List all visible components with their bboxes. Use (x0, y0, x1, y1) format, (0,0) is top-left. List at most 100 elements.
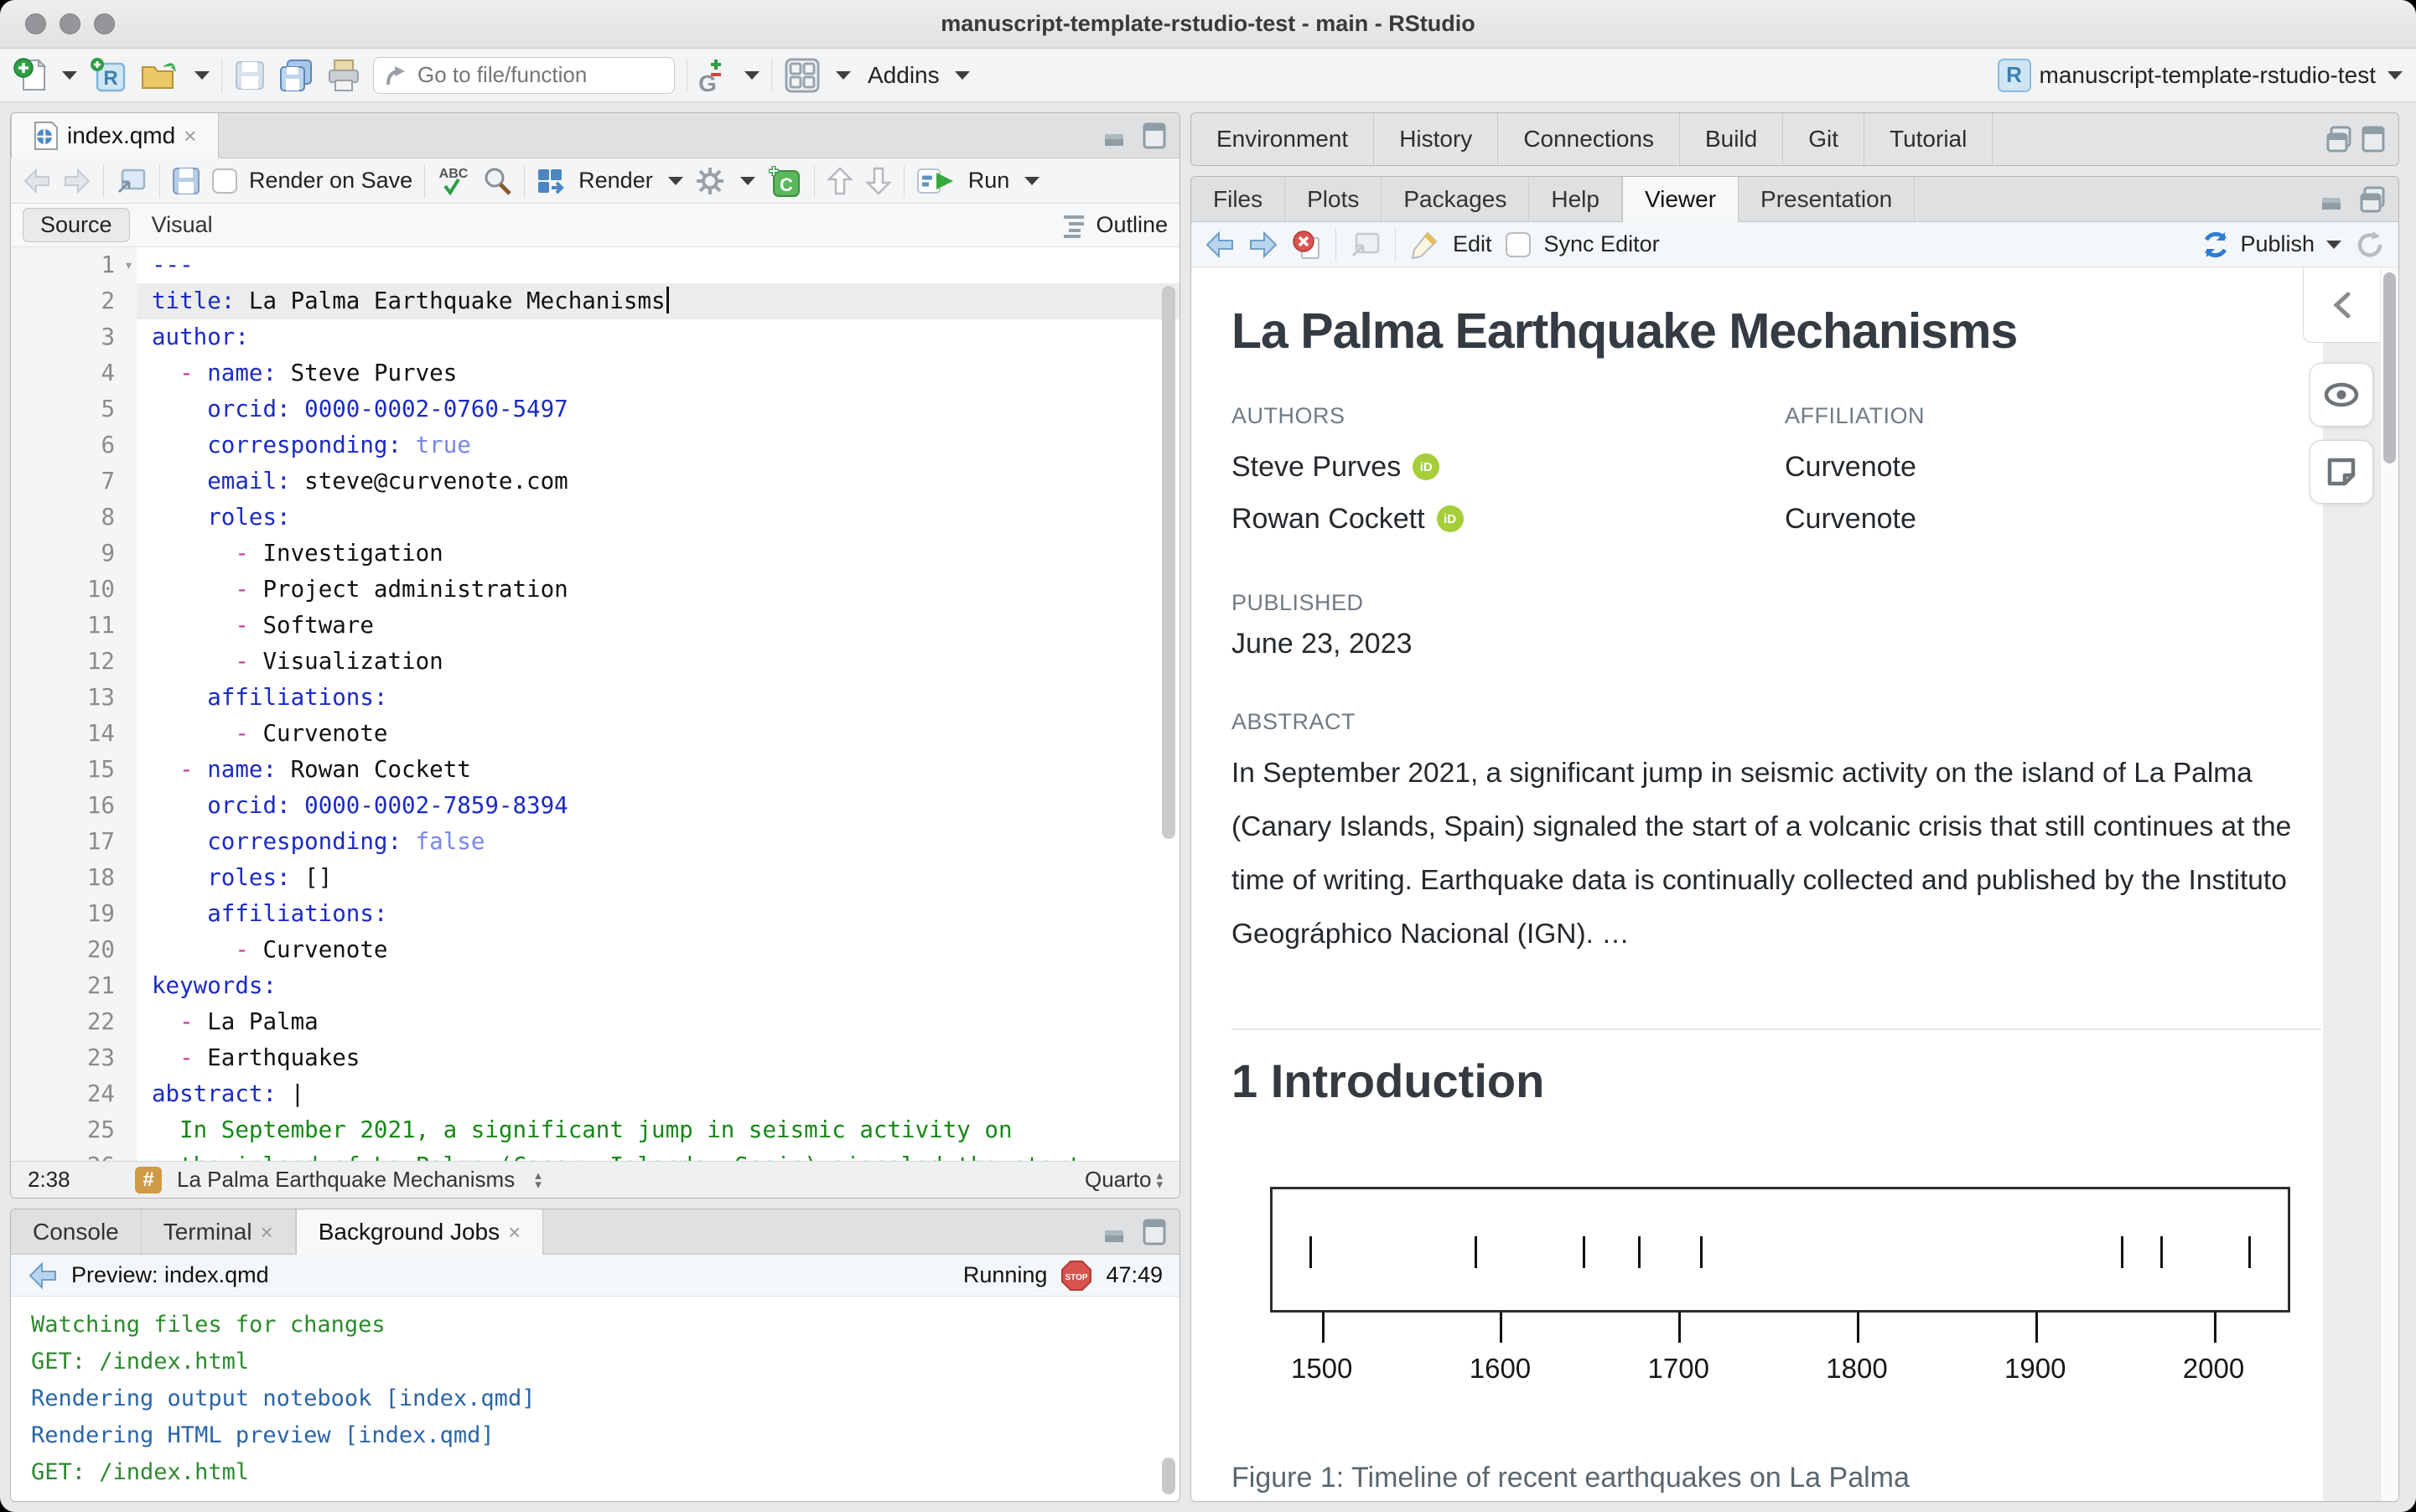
code-line[interactable]: the island of La Palma (Canary Islands, … (137, 1148, 1179, 1161)
tab-connections[interactable]: Connections (1498, 113, 1680, 165)
code-line[interactable]: - Investigation (137, 536, 1179, 572)
code-editor[interactable]: 1▾23456789101112131415161718192021222324… (11, 247, 1179, 1161)
git-caret[interactable] (744, 71, 760, 80)
open-file-caret[interactable] (194, 71, 210, 80)
jobs-back-icon[interactable] (28, 1262, 58, 1289)
restore-pane-icon[interactable] (2326, 126, 2351, 153)
open-in-window-icon[interactable] (1350, 230, 1382, 259)
console-scrollbar[interactable] (1162, 1458, 1175, 1494)
render-on-save-checkbox[interactable] (212, 168, 237, 194)
new-file-icon[interactable] (13, 58, 47, 93)
code-line[interactable]: In September 2021, a significant jump in… (137, 1112, 1179, 1148)
code-line[interactable]: corresponding: false (137, 824, 1179, 860)
orcid-icon[interactable]: iD (1413, 453, 1439, 480)
code-line[interactable]: --- (137, 247, 1179, 283)
git-icon[interactable]: G (699, 56, 729, 95)
settings-caret[interactable] (740, 177, 755, 185)
code-line[interactable]: abstract: | (137, 1076, 1179, 1112)
tab-console[interactable]: Console (11, 1209, 142, 1254)
sync-editor-checkbox[interactable] (1506, 232, 1531, 257)
tab-environment[interactable]: Environment (1191, 113, 1374, 165)
close-tab-icon[interactable]: × (184, 125, 196, 147)
visual-toggle[interactable]: Visual (152, 212, 213, 238)
tab-build[interactable]: Build (1680, 113, 1783, 165)
insert-chunk-icon[interactable]: C (767, 164, 802, 198)
run-caret[interactable] (1024, 177, 1040, 185)
minimize-pane-icon[interactable] (2321, 188, 2350, 211)
code-line[interactable]: keywords: (137, 968, 1179, 1004)
panes-layout-caret[interactable] (836, 71, 851, 80)
spellcheck-icon[interactable]: ABC (437, 164, 470, 198)
tab-git[interactable]: Git (1783, 113, 1864, 165)
new-project-icon[interactable]: R (89, 57, 127, 94)
maximize-pane-icon[interactable] (1143, 122, 1166, 149)
publish-button[interactable]: Publish (2200, 229, 2341, 261)
forward-icon[interactable] (63, 168, 91, 194)
render-caret[interactable] (668, 177, 683, 185)
tab-terminal[interactable]: Terminal× (142, 1209, 296, 1254)
project-menu[interactable]: R manuscript-template-rstudio-test (1998, 59, 2403, 92)
editor-scrollbar[interactable] (1162, 286, 1175, 839)
tab-plots[interactable]: Plots (1285, 177, 1382, 221)
maximize-pane-icon[interactable] (1143, 1219, 1166, 1245)
minimize-pane-icon[interactable] (1104, 124, 1133, 148)
viewer-scrollbar-track[interactable] (2380, 267, 2398, 1501)
tab-packages[interactable]: Packages (1382, 177, 1529, 221)
addins-button[interactable]: Addins (868, 62, 940, 89)
code-line[interactable]: - Visualization (137, 644, 1179, 680)
code-line[interactable]: - Curvenote (137, 716, 1179, 752)
stop-icon[interactable]: STOP (1060, 1260, 1092, 1292)
settings-gear-icon[interactable] (695, 166, 725, 196)
edit-pencil-icon[interactable] (1409, 230, 1439, 260)
code-line[interactable]: - Project administration (137, 572, 1179, 608)
code-line[interactable]: orcid: 0000-0002-7859-8394 (137, 788, 1179, 824)
open-file-icon[interactable] (139, 59, 179, 92)
code-line[interactable]: affiliations: (137, 680, 1179, 716)
open-in-window-icon[interactable] (116, 167, 148, 195)
close-background-jobs-icon[interactable]: × (508, 1221, 521, 1243)
code-line[interactable]: affiliations: (137, 896, 1179, 932)
code-line[interactable]: - La Palma (137, 1004, 1179, 1040)
maximize-pane-icon[interactable] (2362, 126, 2385, 153)
edit-button[interactable]: Edit (1453, 231, 1492, 257)
code-line[interactable]: - Software (137, 608, 1179, 644)
viewer-back-icon[interactable] (1205, 231, 1235, 258)
code-line[interactable]: email: steve@curvenote.com (137, 463, 1179, 500)
run-next-icon[interactable] (865, 166, 892, 196)
goto-file-input[interactable] (373, 57, 675, 94)
tab-tutorial[interactable]: Tutorial (1864, 113, 1993, 165)
new-file-caret[interactable] (62, 71, 77, 80)
code-line[interactable]: - Earthquakes (137, 1040, 1179, 1076)
back-icon[interactable] (23, 168, 51, 194)
source-toggle[interactable]: Source (23, 208, 130, 242)
code-line[interactable]: roles: [] (137, 860, 1179, 896)
code-line[interactable]: - name: Rowan Cockett (137, 752, 1179, 788)
code-line[interactable]: orcid: 0000-0002-0760-5497 (137, 391, 1179, 427)
outline-button[interactable]: Outline (1062, 212, 1168, 238)
save-icon[interactable] (234, 60, 266, 91)
render-icon[interactable] (537, 168, 567, 194)
mode-selector[interactable]: Quarto (1085, 1167, 1152, 1193)
addins-caret[interactable] (955, 71, 970, 80)
search-icon[interactable] (482, 166, 512, 196)
tab-background-jobs[interactable]: Background Jobs× (296, 1209, 544, 1255)
fold-arrow-icon[interactable]: ▾ (124, 247, 133, 283)
run-previous-icon[interactable] (827, 166, 853, 196)
save-all-icon[interactable] (277, 59, 314, 92)
print-icon[interactable] (326, 59, 361, 92)
code-line[interactable]: title: La Palma Earthquake Mechanisms (137, 283, 1179, 319)
job-output[interactable]: Watching files for changesGET: /index.ht… (11, 1297, 1179, 1501)
tab-index-qmd[interactable]: index.qmd × (11, 113, 219, 158)
minimize-pane-icon[interactable] (1104, 1220, 1133, 1244)
orcid-icon[interactable]: iD (1437, 505, 1464, 532)
tab-presentation[interactable]: Presentation (1739, 177, 1915, 221)
clear-viewer-icon[interactable] (1292, 230, 1322, 260)
restore-pane-icon[interactable] (2360, 186, 2385, 213)
close-terminal-icon[interactable]: × (261, 1221, 273, 1243)
tab-help[interactable]: Help (1529, 177, 1622, 221)
tab-history[interactable]: History (1374, 113, 1498, 165)
collapse-panel-button[interactable] (2303, 267, 2380, 343)
code-line[interactable]: roles: (137, 500, 1179, 536)
visibility-button[interactable] (2310, 363, 2373, 427)
viewer-forward-icon[interactable] (1248, 231, 1278, 258)
